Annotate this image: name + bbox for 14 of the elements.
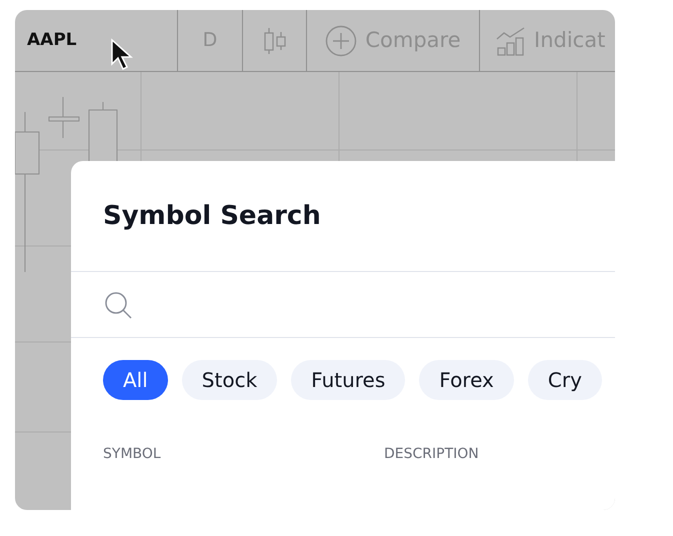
filter-chip[interactable]: Futures <box>291 360 406 400</box>
indicators-icon <box>496 26 526 56</box>
candlestick <box>48 96 80 138</box>
filter-chip[interactable]: Forex <box>419 360 514 400</box>
filter-chip[interactable]: Cry <box>528 360 602 400</box>
cursor-icon <box>110 38 136 72</box>
plus-circle-icon <box>325 24 358 56</box>
filter-chip[interactable]: Stock <box>182 360 278 400</box>
column-header: DESCRIPTION <box>384 445 479 464</box>
candlestick-icon <box>262 26 286 56</box>
search-icon <box>103 290 133 320</box>
dialog-title: Symbol Search <box>71 161 615 272</box>
column-header: SYMBOL <box>103 445 162 464</box>
filter-chip[interactable]: All <box>103 360 168 400</box>
